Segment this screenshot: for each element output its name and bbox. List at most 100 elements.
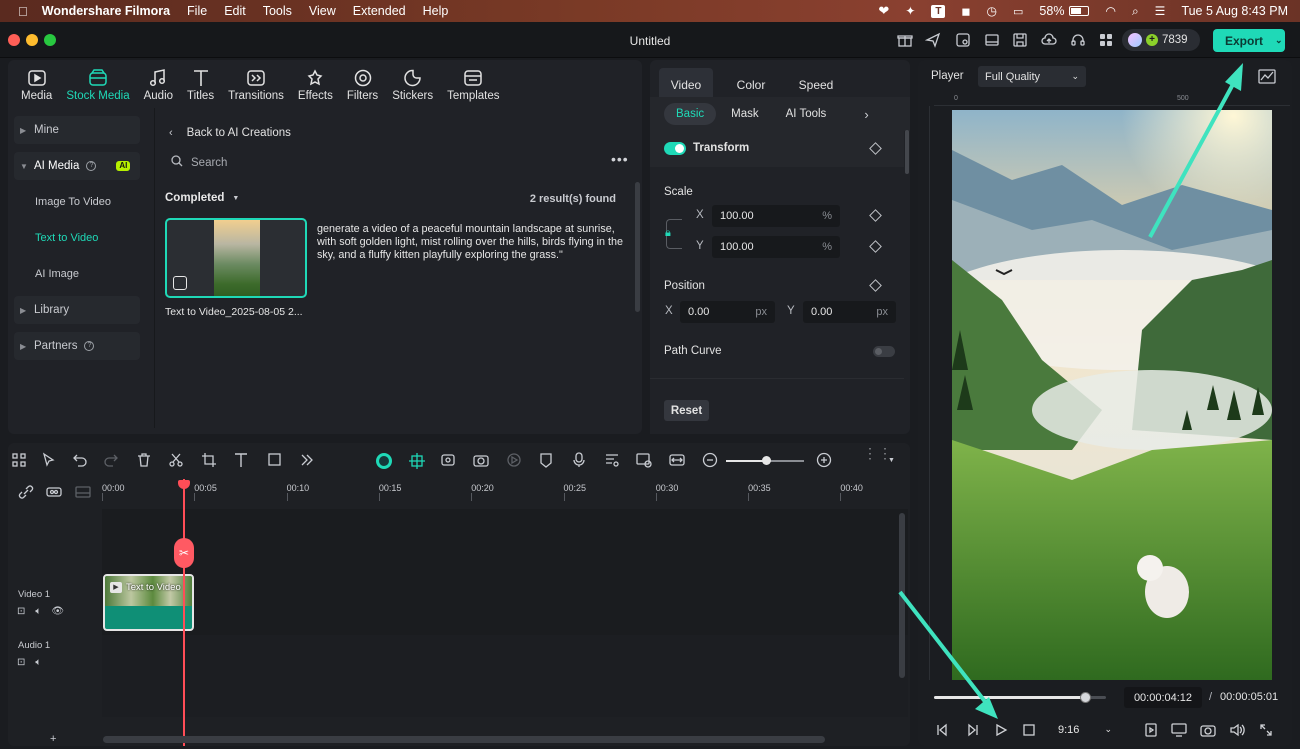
display-settings-icon[interactable] xyxy=(1171,723,1187,740)
transform-toggle[interactable] xyxy=(664,142,686,155)
keyframe-icon[interactable] xyxy=(869,279,882,292)
menu-edit[interactable]: Edit xyxy=(224,4,246,18)
playhead-split-scissors-icon[interactable]: ✂ xyxy=(174,538,194,568)
zoom-out-icon[interactable] xyxy=(702,452,720,470)
result-thumbnail[interactable] xyxy=(165,218,307,298)
status-app-icon[interactable]: ❤ xyxy=(878,3,889,19)
link-icon[interactable] xyxy=(18,485,34,502)
menu-tools[interactable]: Tools xyxy=(263,4,292,18)
app-menu[interactable]: Wondershare Filmora xyxy=(42,4,170,18)
back-link[interactable]: ‹ Back to AI Creations xyxy=(169,127,291,139)
search-input[interactable]: Search xyxy=(171,155,591,170)
filter-dropdown[interactable]: Completed ▼ xyxy=(165,192,239,204)
text-tool-icon[interactable]: T xyxy=(931,4,946,18)
timeline-view-icon[interactable]: ⋮⋮ xyxy=(863,446,893,460)
caret-down-icon[interactable]: ▼ xyxy=(888,457,895,464)
subtab-ai-tools[interactable]: AI Tools xyxy=(774,103,839,125)
chevron-right-icon[interactable]: › xyxy=(864,107,868,122)
keyframe-icon[interactable] xyxy=(869,209,882,222)
apple-icon[interactable]:  xyxy=(18,4,28,19)
delete-icon[interactable] xyxy=(136,452,154,470)
speaker-icon[interactable]: 🔈︎ xyxy=(35,606,41,617)
tab-effects[interactable]: Effects xyxy=(291,60,340,102)
help-icon[interactable]: ? xyxy=(86,161,97,171)
add-track-icon[interactable] xyxy=(46,486,62,501)
tab-audio[interactable]: Audio xyxy=(137,60,180,102)
speaker-icon[interactable]: 🔈︎ xyxy=(35,657,41,668)
ai-copilot-icon[interactable] xyxy=(955,32,971,48)
zoom-slider-knob[interactable] xyxy=(762,456,771,465)
time-machine-icon[interactable]: ◷ xyxy=(987,4,997,18)
playback-progress-track[interactable] xyxy=(934,692,1106,703)
send-icon[interactable] xyxy=(924,32,941,48)
timeline-vertical-scrollbar[interactable] xyxy=(899,513,905,678)
sidebar-item-ai-media[interactable]: ▼ AI Media? AI xyxy=(14,152,140,180)
fullscreen-icon[interactable] xyxy=(1259,723,1273,740)
lock-icon[interactable]: 🔒︎ xyxy=(665,227,671,240)
zoom-in-icon[interactable] xyxy=(816,452,834,470)
ai-mate-icon[interactable] xyxy=(375,452,393,470)
cloud-upload-icon[interactable] xyxy=(1041,32,1057,48)
sidebar-item-partners[interactable]: ▶ Partners? xyxy=(14,332,140,360)
tab-media[interactable]: Media xyxy=(14,60,59,102)
tab-transitions[interactable]: Transitions xyxy=(221,60,291,102)
credits-pill[interactable]: + 7839 xyxy=(1122,29,1200,51)
headset-icon[interactable] xyxy=(1070,32,1086,48)
keyframe-icon[interactable] xyxy=(869,240,882,253)
gift-icon[interactable] xyxy=(897,32,913,48)
reset-button[interactable]: Reset xyxy=(664,400,709,421)
stop-icon[interactable] xyxy=(1023,724,1035,739)
crop-icon[interactable] xyxy=(201,452,219,470)
video-preview[interactable] xyxy=(952,110,1272,680)
tab-stickers[interactable]: Stickers xyxy=(385,60,440,102)
timeline-horizontal-scrollbar[interactable] xyxy=(103,736,825,743)
text-tool-icon[interactable] xyxy=(233,452,251,470)
play-icon[interactable] xyxy=(994,723,1008,740)
position-x-field[interactable]: 0.00 px xyxy=(680,301,775,323)
scope-icon[interactable] xyxy=(1258,69,1276,87)
tab-stock-media[interactable]: Stock Media xyxy=(59,60,136,102)
select-tool-icon[interactable] xyxy=(41,452,59,470)
subtab-mask[interactable]: Mask xyxy=(719,103,770,125)
menu-extended[interactable]: Extended xyxy=(353,4,406,18)
prev-frame-icon[interactable] xyxy=(936,723,950,740)
tab-filters[interactable]: Filters xyxy=(340,60,385,102)
lock-icon[interactable]: ⊡ xyxy=(17,657,25,668)
more-tools-icon[interactable] xyxy=(299,452,317,470)
battery-status[interactable]: 58% xyxy=(1039,4,1090,18)
sidebar-item-mine[interactable]: ▶ Mine xyxy=(14,116,140,144)
sidebar-item-image-to-video[interactable]: Image To Video xyxy=(14,188,140,216)
bag-icon[interactable]: ◼ xyxy=(961,5,970,18)
scale-x-field[interactable]: 100.00% xyxy=(712,205,840,227)
clock[interactable]: Tue 5 Aug 8:43 PM xyxy=(1181,4,1288,18)
video-clip[interactable]: ▶ Text to Video xyxy=(103,574,194,631)
snapshot-frame-icon[interactable] xyxy=(1144,723,1158,740)
save-icon[interactable] xyxy=(1012,32,1028,48)
fit-timeline-icon[interactable] xyxy=(669,452,687,470)
track-manager-icon[interactable] xyxy=(75,486,91,501)
add-track-button[interactable]: + xyxy=(50,733,56,745)
lock-icon[interactable]: ⊡ xyxy=(17,606,25,617)
wifi-icon[interactable]: ◠ xyxy=(1105,4,1115,18)
path-curve-toggle[interactable] xyxy=(873,346,895,357)
menu-file[interactable]: File xyxy=(187,4,207,18)
layout-grid-icon[interactable] xyxy=(11,452,29,470)
eye-icon[interactable]: 👁︎ xyxy=(51,606,64,617)
help-icon[interactable]: ? xyxy=(84,341,95,351)
sidebar-item-text-to-video[interactable]: Text to Video xyxy=(14,224,140,252)
subtab-basic[interactable]: Basic xyxy=(664,103,717,125)
more-icon[interactable]: ••• xyxy=(611,152,629,166)
spotlight-icon[interactable]: ⌕ xyxy=(1132,4,1139,19)
properties-scrollbar[interactable] xyxy=(905,130,909,174)
screenshot-icon[interactable] xyxy=(473,452,491,470)
sidebar-item-ai-image[interactable]: AI Image xyxy=(14,260,140,288)
timeline-ruler[interactable]: 00:00 00:05 00:10 00:15 00:20 00:25 00:30 00:35… xyxy=(102,479,908,501)
marker-icon[interactable] xyxy=(538,452,556,470)
current-time[interactable]: 00:00:04:12 xyxy=(1124,687,1202,708)
quality-dropdown[interactable]: Full Quality ⌄ xyxy=(978,66,1086,87)
volume-icon[interactable] xyxy=(1229,723,1245,740)
position-y-field[interactable]: 0.00 px xyxy=(803,301,896,323)
layout-icon[interactable] xyxy=(984,32,1000,48)
media-scrollbar[interactable] xyxy=(635,182,640,312)
chevron-down-icon[interactable]: ⌄ xyxy=(1275,35,1283,46)
